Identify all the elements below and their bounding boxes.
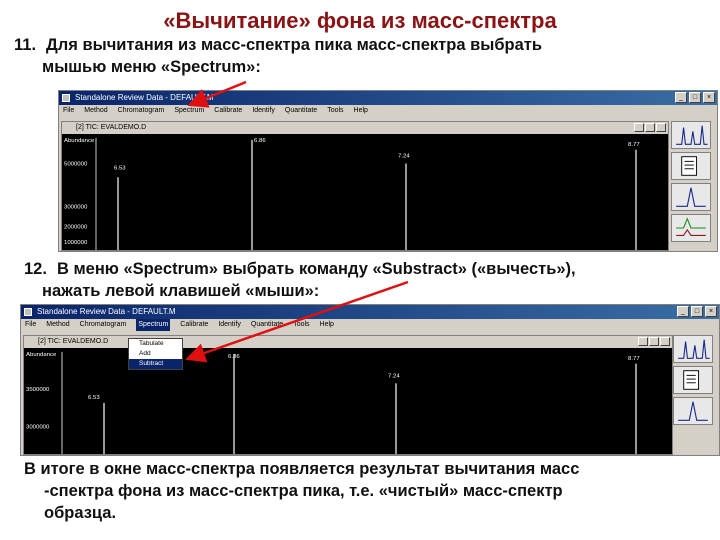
document-tool-button[interactable] <box>671 152 711 180</box>
peak-label: 6.53 <box>114 165 126 171</box>
step-12-text: 12. В меню «Spectrum» выбрать команду «Su… <box>24 258 714 302</box>
y-ticks: 5000000 3000000 2000000 1000000 <box>64 161 88 246</box>
peak-label: 7.24 <box>388 373 400 379</box>
peak-icon <box>678 401 708 421</box>
minimize-button[interactable]: _ <box>675 92 687 103</box>
y-tick-label: 3000000 <box>64 205 88 211</box>
dropdown-item-add[interactable]: Add <box>129 349 182 359</box>
close-button[interactable]: × <box>705 306 717 317</box>
peak-label: 6.86 <box>228 354 240 360</box>
step-text-line1: В меню «Spectrum» выбрать команду «Subst… <box>56 260 576 278</box>
menu-quantitate[interactable]: Quantitate <box>251 319 283 331</box>
app-window-1: Standalone Review Data - DEFAULT.M _ □ ×… <box>58 90 718 252</box>
app-icon <box>62 94 70 102</box>
close-button[interactable]: × <box>703 92 715 103</box>
peak-icon <box>676 187 706 207</box>
compare-tool-button[interactable] <box>671 214 711 242</box>
slide-title: «Вычитание» фона из масс-спектра <box>163 8 557 33</box>
window-titlebar: Standalone Review Data - DEFAULT.M _ □ × <box>21 305 719 319</box>
spectrum-icon <box>678 339 710 359</box>
y-tick-label: 5000000 <box>64 161 88 167</box>
menu-method[interactable]: Method <box>84 105 107 117</box>
y-tick-label: 1000000 <box>64 240 88 246</box>
menu-method[interactable]: Method <box>46 319 69 331</box>
spectrum-dropdown-menu: Tabulate Add Subtract <box>128 338 183 370</box>
peak-tool-button[interactable] <box>671 183 711 211</box>
plot-window-title: [2] TIC: EVALDEMO.D <box>62 122 668 134</box>
step-text-line1: Для вычитания из масс-спектра пика масс-… <box>46 36 542 54</box>
chromatogram-plot[interactable]: Abundance 3500000 3000000 6.53 6.86 7.24… <box>24 348 672 454</box>
document-icon <box>683 370 700 390</box>
plot-minimize-button[interactable] <box>638 337 648 346</box>
menu-calibrate[interactable]: Calibrate <box>180 319 208 331</box>
result-line3: образца. <box>44 504 117 522</box>
peak-label: 7.24 <box>398 154 410 160</box>
minimize-button[interactable]: _ <box>677 306 689 317</box>
step-text-line2: нажать левой клавишей «мыши»: <box>42 282 320 300</box>
document-tool-button[interactable] <box>673 366 713 394</box>
menu-bar: File Method Chromatogram Spectrum Calibr… <box>59 105 717 117</box>
window-title: Standalone Review Data - DEFAULT.M <box>37 307 176 316</box>
result-text: В итоге в окне масс-спектра появляется р… <box>24 458 714 524</box>
dropdown-item-tabulate[interactable]: Tabulate <box>129 339 182 349</box>
menu-help[interactable]: Help <box>320 319 334 331</box>
menu-chromatogram[interactable]: Chromatogram <box>80 319 127 331</box>
peak-label: 8.77 <box>628 142 640 148</box>
tic-plot-window[interactable]: [2] TIC: EVALDEMO.D Abundance 5000000 30… <box>61 121 669 251</box>
maximize-button[interactable]: □ <box>691 306 703 317</box>
plot-title-text: [2] TIC: EVALDEMO.D <box>38 338 109 345</box>
peak-label: 6.53 <box>88 395 100 401</box>
tic-plot-window[interactable]: [2] TIC: EVALDEMO.D Abundance 3500000 30… <box>23 335 673 455</box>
spectrum-tool-button[interactable] <box>671 121 711 149</box>
app-window-2: Standalone Review Data - DEFAULT.M _ □ ×… <box>20 304 720 456</box>
step-number: 12. <box>24 260 47 278</box>
menu-spectrum[interactable]: Spectrum <box>136 319 171 331</box>
plot-close-button[interactable] <box>656 123 666 132</box>
document-icon <box>681 156 698 176</box>
plot-maximize-button[interactable] <box>649 337 659 346</box>
menu-calibrate[interactable]: Calibrate <box>214 105 242 117</box>
plot-close-button[interactable] <box>660 337 670 346</box>
y-tick-label: 3500000 <box>26 387 50 393</box>
step-number: 11. <box>14 36 37 54</box>
peak-tool-button[interactable] <box>673 397 713 425</box>
menu-tools[interactable]: Tools <box>327 105 343 117</box>
menu-bar: File Method Chromatogram Spectrum Calibr… <box>21 319 719 331</box>
compare-icon <box>676 217 706 236</box>
menu-identify[interactable]: Identify <box>218 319 241 331</box>
result-line1: В итоге в окне масс-спектра появляется р… <box>24 460 580 478</box>
spectrum-tool-button[interactable] <box>673 335 713 363</box>
right-toolbar <box>673 335 717 425</box>
menu-spectrum[interactable]: Spectrum <box>174 105 204 117</box>
y-tick-label: 3000000 <box>26 425 50 431</box>
app-icon <box>24 308 32 316</box>
dropdown-item-subtract[interactable]: Subtract <box>129 359 182 369</box>
plot-window-title: [2] TIC: EVALDEMO.D <box>24 336 672 348</box>
y-axis-label: Abundance <box>64 138 95 144</box>
menu-quantitate[interactable]: Quantitate <box>285 105 317 117</box>
plot-maximize-button[interactable] <box>645 123 655 132</box>
menu-file[interactable]: File <box>25 319 36 331</box>
step-text-line2: мышью меню «Spectrum»: <box>42 58 261 76</box>
chromatogram-plot[interactable]: Abundance 5000000 3000000 2000000 100000… <box>62 134 668 250</box>
spectrum-icon <box>676 125 708 145</box>
menu-tools[interactable]: Tools <box>293 319 309 331</box>
y-axis-label: Abundance <box>26 352 57 358</box>
right-toolbar <box>671 121 715 242</box>
window-titlebar: Standalone Review Data - DEFAULT.M _ □ × <box>59 91 717 105</box>
menu-chromatogram[interactable]: Chromatogram <box>118 105 165 117</box>
menu-file[interactable]: File <box>63 105 74 117</box>
step-11-text: 11. Для вычитания из масс-спектра пика ма… <box>14 34 714 78</box>
peak-label: 6.86 <box>254 138 266 144</box>
window-title: Standalone Review Data - DEFAULT.M <box>75 93 214 102</box>
maximize-button[interactable]: □ <box>689 92 701 103</box>
result-line2: -спектра фона из масс-спектра пика, т.е.… <box>44 482 563 500</box>
plot-title-text: [2] TIC: EVALDEMO.D <box>76 124 147 131</box>
y-tick-label: 2000000 <box>64 224 88 230</box>
peak-label: 8.77 <box>628 356 640 362</box>
menu-identify[interactable]: Identify <box>252 105 275 117</box>
menu-help[interactable]: Help <box>354 105 368 117</box>
plot-minimize-button[interactable] <box>634 123 644 132</box>
